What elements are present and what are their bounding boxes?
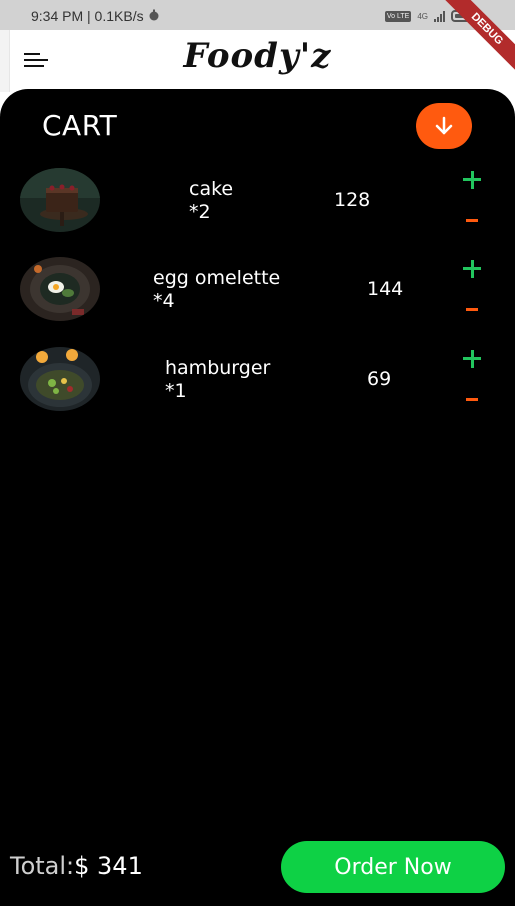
status-left: 9:34 PM | 0.1KB/s	[31, 8, 160, 24]
item-price: 128	[334, 189, 371, 211]
egg-omelette-photo	[20, 257, 100, 321]
item-name: cake	[189, 178, 234, 200]
collapse-cart-button[interactable]	[416, 103, 472, 149]
cart-item-hamburger: hamburger *1 69	[0, 345, 515, 435]
increase-quantity-button[interactable]	[459, 256, 485, 282]
volte-badge: Vo LTE	[384, 10, 412, 22]
item-quantity: *2	[189, 201, 211, 223]
notification-icon	[148, 8, 160, 24]
item-price: 144	[367, 278, 404, 300]
total-label: Total:	[10, 852, 75, 880]
item-name: hamburger	[165, 357, 271, 379]
item-quantity: *4	[153, 290, 175, 312]
status-bar: 9:34 PM | 0.1KB/s Vo LTE 4G	[0, 0, 515, 30]
cart-total: Total:$ 341	[10, 852, 143, 880]
item-quantity: *1	[165, 380, 187, 402]
cart-item-egg-omelette: egg omelette *4 144	[0, 255, 515, 345]
cart-item-cake: cake *2 128	[0, 166, 515, 256]
cart-title: CART	[42, 109, 118, 142]
signal-icon	[434, 10, 445, 22]
app-bar: Foody'z	[0, 30, 515, 92]
item-name: egg omelette	[153, 267, 281, 289]
arrow-down-icon	[435, 116, 453, 135]
increase-quantity-button[interactable]	[459, 167, 485, 193]
decrease-quantity-button[interactable]	[459, 207, 485, 233]
decrease-quantity-button[interactable]	[459, 296, 485, 322]
hamburger-photo	[20, 347, 100, 411]
status-time: 9:34 PM | 0.1KB/s	[31, 8, 144, 24]
item-price: 69	[367, 368, 392, 390]
order-now-button[interactable]: Order Now	[281, 841, 505, 893]
cake-photo	[20, 168, 100, 232]
cart-sheet: CART cake *2 128 egg omelette *4 144 ham…	[0, 89, 515, 906]
app-title: Foody'z	[183, 36, 332, 76]
decrease-quantity-button[interactable]	[459, 386, 485, 412]
network-label: 4G	[417, 11, 428, 21]
increase-quantity-button[interactable]	[459, 346, 485, 372]
total-value: $ 341	[74, 852, 143, 880]
